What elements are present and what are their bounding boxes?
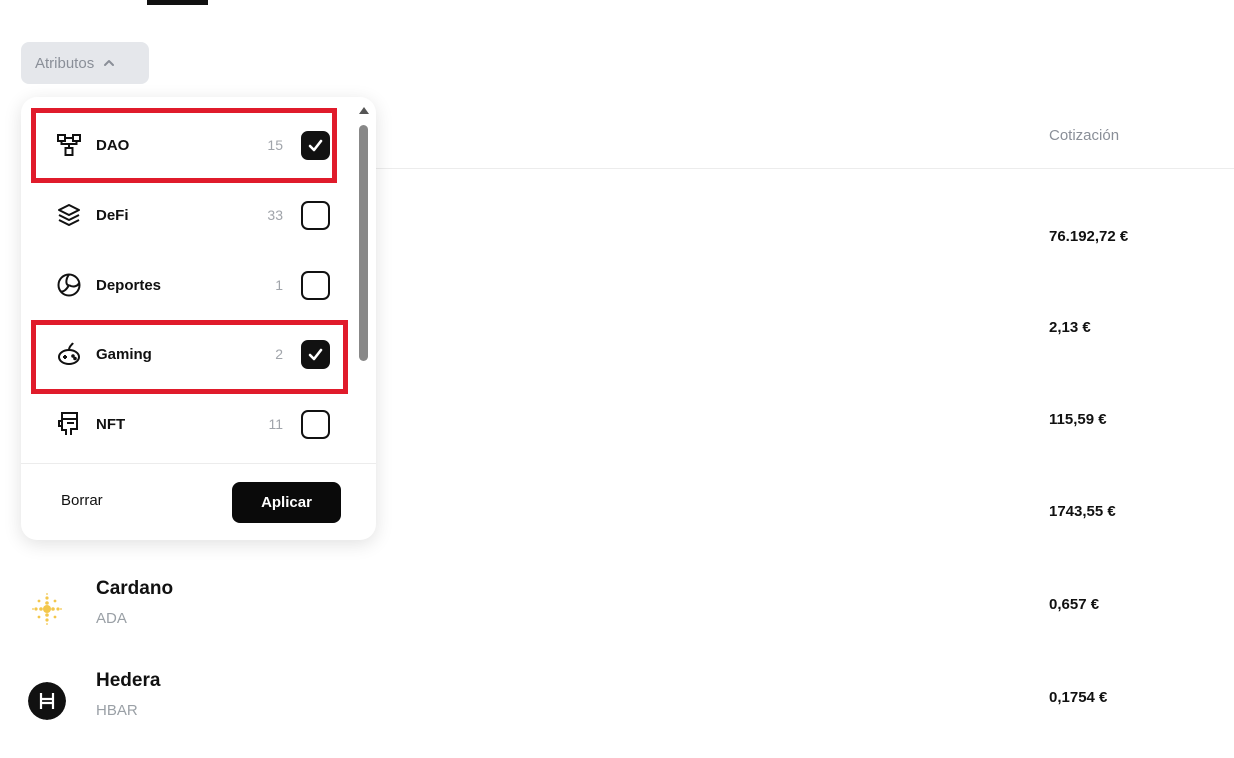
hedera-icon (28, 682, 66, 720)
filter-option-defi[interactable]: DeFi 33 (30, 185, 330, 245)
nft-ape-icon (56, 411, 82, 437)
scrollbar-thumb[interactable] (359, 125, 368, 361)
cardano-icon (32, 593, 62, 625)
apply-button[interactable]: Aplicar (232, 482, 341, 523)
highlight-box-gaming (31, 320, 348, 394)
filter-option-label: Deportes (96, 276, 162, 294)
table-header-divider (376, 168, 1234, 169)
price-column-header[interactable]: Cotización (1049, 127, 1119, 144)
active-tab-indicator (147, 0, 208, 5)
coin-name: Hedera (96, 670, 161, 691)
dropdown-scrollbar[interactable] (357, 105, 369, 463)
checkbox-unchecked[interactable] (301, 200, 330, 230)
layers-icon (56, 202, 82, 228)
table-row-cardano[interactable]: Cardano ADA (28, 578, 328, 638)
price-cell: 0,657 € (1049, 596, 1100, 613)
dropdown-footer-divider (21, 463, 376, 464)
scroll-up-arrow-icon[interactable] (359, 107, 369, 114)
table-row-hedera[interactable]: Hedera HBAR (28, 670, 328, 730)
checkbox-unchecked[interactable] (301, 409, 330, 439)
filter-option-count: 11 (268, 416, 283, 432)
filter-option-deportes[interactable]: Deportes 1 (30, 255, 330, 315)
filter-option-label: DeFi (96, 206, 129, 224)
clear-button[interactable]: Borrar (61, 492, 103, 509)
attributes-filter-button[interactable]: Atributos (21, 42, 149, 84)
attributes-filter-label: Atributos (35, 54, 95, 72)
price-cell: 0,1754 € (1049, 689, 1108, 706)
price-cell: 1743,55 € (1049, 503, 1116, 520)
filter-option-count: 1 (275, 277, 283, 293)
coin-ticker: HBAR (96, 702, 138, 719)
checkbox-unchecked[interactable] (301, 270, 330, 300)
coin-name: Cardano (96, 578, 174, 599)
volleyball-icon (56, 272, 82, 298)
highlight-box-dao (31, 108, 337, 183)
price-cell: 76.192,72 € (1049, 228, 1129, 245)
filter-option-count: 33 (267, 207, 283, 223)
chevron-up-icon (104, 60, 115, 66)
price-cell: 115,59 € (1049, 411, 1107, 428)
filter-option-nft[interactable]: NFT 11 (30, 394, 330, 454)
filter-option-label: NFT (96, 415, 126, 433)
price-cell: 2,13 € (1049, 319, 1091, 336)
coin-ticker: ADA (96, 610, 127, 627)
